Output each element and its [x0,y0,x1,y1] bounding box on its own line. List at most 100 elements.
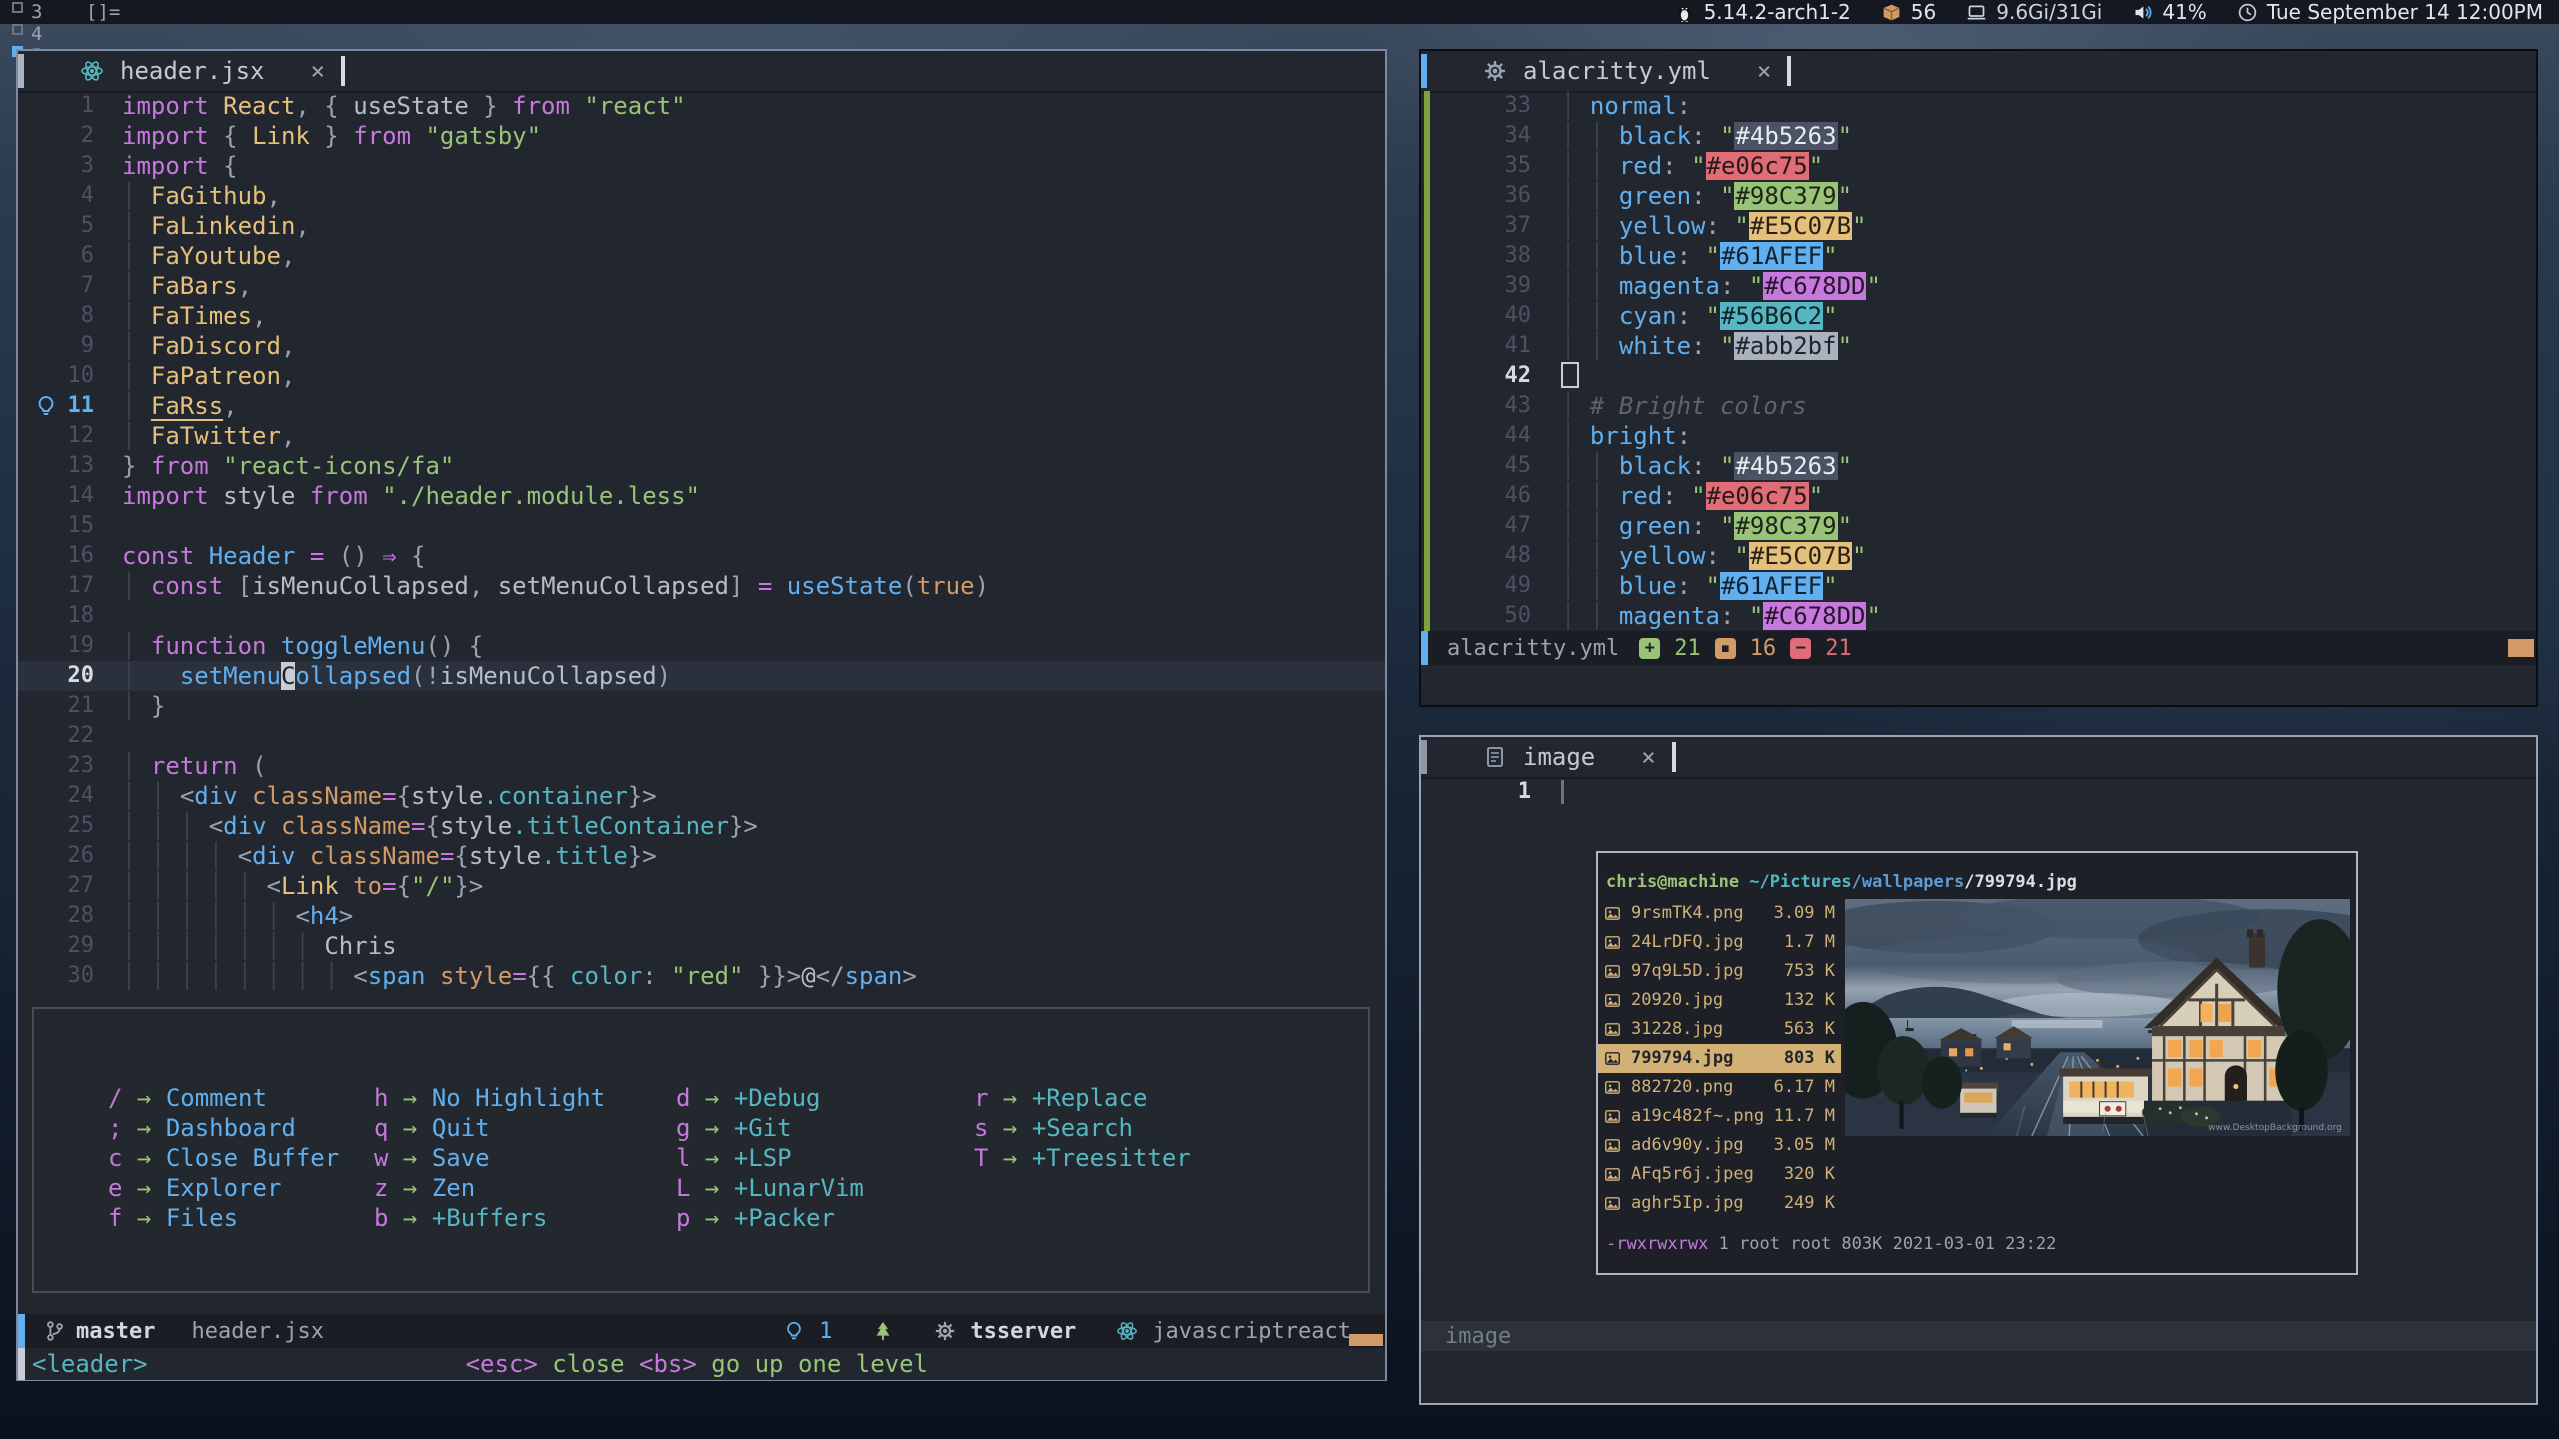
code-line-6[interactable]: 6│ FaYoutube, [18,241,1385,271]
whichkey-binding-L[interactable]: L → +LunarVim [676,1173,864,1203]
code-line-21[interactable]: 21│ } [18,691,1385,721]
tab-header-jsx[interactable]: header.jsx × [18,57,325,85]
file-row-a19c482f~.png[interactable]: a19c482f~.png11.7 M [1598,1102,1841,1131]
code-line-45[interactable]: 45│ │ black: "#4b5263" [1421,451,2536,481]
command-line[interactable] [1421,665,2536,697]
code-line-38[interactable]: 38│ │ blue: "#61AFEF" [1421,241,2536,271]
tab-image[interactable]: image × [1421,743,1656,771]
code-buffer[interactable]: 1 [1421,777,2536,807]
code-buffer[interactable]: 33│ normal:34│ │ black: "#4b5263"35│ │ r… [1421,91,2536,631]
code-line-20[interactable]: 20│ setMenuCollapsed(!isMenuCollapsed) [18,661,1385,691]
code-line-12[interactable]: 12│ FaTwitter, [18,421,1385,451]
file-row-20920.jpg[interactable]: 20920.jpg132 K [1598,986,1841,1015]
code-line-30[interactable]: 30│ │ │ │ │ │ │ │ <span style={{ color: … [18,961,1385,991]
whichkey-binding-r[interactable]: r → +Replace [974,1083,1191,1113]
whichkey-binding-l[interactable]: l → +LSP [676,1143,864,1173]
code-line-23[interactable]: 23│ return ( [18,751,1385,781]
file-row-24LrDFQ.jpg[interactable]: 24LrDFQ.jpg1.7 M [1598,928,1841,957]
code-line-16[interactable]: 16const Header = () ⇒ { [18,541,1385,571]
tab-close-icon[interactable]: × [1641,743,1655,771]
code-line-15[interactable]: 15 [18,511,1385,541]
whichkey-binding-s[interactable]: s → +Search [974,1113,1191,1143]
code-line-48[interactable]: 48│ │ yellow: "#E5C07B" [1421,541,2536,571]
tab-close-icon[interactable]: × [1757,57,1771,85]
whichkey-binding-e[interactable]: e → Explorer [108,1173,339,1203]
layout-indicator[interactable]: []= [86,1,120,23]
command-line[interactable]: <leader> <esc> close <bs> go up one leve… [18,1348,1385,1380]
tab-alacritty-yml[interactable]: alacritty.yml × [1421,57,1771,85]
file-row-aghr5Ip.jpg[interactable]: aghr5Ip.jpg249 K [1598,1189,1841,1218]
code-line-13[interactable]: 13} from "react-icons/fa" [18,451,1385,481]
file-row-97q9L5D.jpg[interactable]: 97q9L5D.jpg753 K [1598,957,1841,986]
code-line-18[interactable]: 18 [18,601,1385,631]
whichkey-binding-p[interactable]: p → +Packer [676,1203,864,1233]
code-line-50[interactable]: 50│ │ magenta: "#C678DD" [1421,601,2536,631]
code-line-11[interactable]: 11│ FaRss, [18,391,1385,421]
whichkey-binding-d[interactable]: d → +Debug [676,1083,864,1113]
code-line-44[interactable]: 44│ bright: [1421,421,2536,451]
code-line-33[interactable]: 33│ normal: [1421,91,2536,121]
code-line-46[interactable]: 46│ │ red: "#e06c75" [1421,481,2536,511]
code-buffer[interactable]: 1import React, { useState } from "react"… [18,91,1385,991]
code-line-4[interactable]: 4│ FaGithub, [18,181,1385,211]
code-line-40[interactable]: 40│ │ cyan: "#56B6C2" [1421,301,2536,331]
code-line-34[interactable]: 34│ │ black: "#4b5263" [1421,121,2536,151]
code-line-35[interactable]: 35│ │ red: "#e06c75" [1421,151,2536,181]
file-row-31228.jpg[interactable]: 31228.jpg563 K [1598,1015,1841,1044]
code-action-bulb-icon[interactable] [34,393,58,419]
editor-window-alacritty-yml: alacritty.yml × 33│ normal:34│ │ black: … [1419,49,2538,707]
workspace-button-4[interactable]: 4 [12,23,70,45]
whichkey-binding-;[interactable]: ; → Dashboard [108,1113,339,1143]
code-line-14[interactable]: 14import style from "./header.module.les… [18,481,1385,511]
code-line-28[interactable]: 28│ │ │ │ │ │ <h4> [18,901,1385,931]
git-branch-name[interactable]: master [76,1319,155,1344]
code-line-41[interactable]: 41│ │ white: "#abb2bf" [1421,331,2536,361]
code-line-47[interactable]: 47│ │ green: "#98C379" [1421,511,2536,541]
whichkey-binding-q[interactable]: q → Quit [374,1113,605,1143]
cmdline-accent [18,1348,25,1380]
code-line-27[interactable]: 27│ │ │ │ │ <Link to={"/"}> [18,871,1385,901]
whichkey-binding-c[interactable]: c → Close Buffer [108,1143,339,1173]
code-line-36[interactable]: 36│ │ green: "#98C379" [1421,181,2536,211]
code-line-25[interactable]: 25│ │ │ <div className={style.titleConta… [18,811,1385,841]
scrollbar-position-mark[interactable] [1349,1334,1383,1346]
code-line-3[interactable]: 3import { [18,151,1385,181]
code-line-42[interactable]: 42 [1421,361,2536,391]
whichkey-binding-g[interactable]: g → +Git [676,1113,864,1143]
whichkey-binding-T[interactable]: T → +Treesitter [974,1143,1191,1173]
whichkey-binding-z[interactable]: z → Zen [374,1173,605,1203]
whichkey-binding-b[interactable]: b → +Buffers [374,1203,605,1233]
code-line-10[interactable]: 10│ FaPatreon, [18,361,1385,391]
scrollbar-position-mark[interactable] [2508,639,2534,657]
file-row-882720.png[interactable]: 882720.png6.17 M [1598,1073,1841,1102]
whichkey-binding-f[interactable]: f → Files [108,1203,339,1233]
code-line-39[interactable]: 39│ │ magenta: "#C678DD" [1421,271,2536,301]
file-row-AFq5r6j.jpeg[interactable]: AFq5r6j.jpeg320 K [1598,1160,1841,1189]
code-line-8[interactable]: 8│ FaTimes, [18,301,1385,331]
code-line-2[interactable]: 2import { Link } from "gatsby" [18,121,1385,151]
command-line[interactable] [1421,1351,2536,1383]
code-line-5[interactable]: 5│ FaLinkedin, [18,211,1385,241]
file-row-ad6v90y.jpg[interactable]: ad6v90y.jpg3.05 M [1598,1131,1841,1160]
code-line-37[interactable]: 37│ │ yellow: "#E5C07B" [1421,211,2536,241]
file-row-799794.jpg[interactable]: 799794.jpg803 K [1598,1044,1841,1073]
code-line-17[interactable]: 17│ const [isMenuCollapsed, setMenuColla… [18,571,1385,601]
whichkey-binding-h[interactable]: h → No Highlight [374,1083,605,1113]
code-line-7[interactable]: 7│ FaBars, [18,271,1385,301]
tab-close-icon[interactable]: × [311,57,325,85]
code-line-1[interactable]: 1import React, { useState } from "react" [18,91,1385,121]
code-line-9[interactable]: 9│ FaDiscord, [18,331,1385,361]
whichkey-binding-w[interactable]: w → Save [374,1143,605,1173]
file-row-9rsmTK4.png[interactable]: 9rsmTK4.png3.09 M [1598,899,1841,928]
code-line-1[interactable]: 1 [1421,777,2536,807]
code-line-24[interactable]: 24│ │ <div className={style.container}> [18,781,1385,811]
workspace-button-3[interactable]: 3 [12,1,70,23]
code-line-19[interactable]: 19│ function toggleMenu() { [18,631,1385,661]
volume-module[interactable]: 41% [2132,0,2206,24]
code-line-49[interactable]: 49│ │ blue: "#61AFEF" [1421,571,2536,601]
code-line-29[interactable]: 29│ │ │ │ │ │ │ Chris [18,931,1385,961]
code-line-26[interactable]: 26│ │ │ │ <div className={style.title}> [18,841,1385,871]
code-line-43[interactable]: 43│ # Bright colors [1421,391,2536,421]
whichkey-binding-/[interactable]: / → Comment [108,1083,339,1113]
code-line-22[interactable]: 22 [18,721,1385,751]
